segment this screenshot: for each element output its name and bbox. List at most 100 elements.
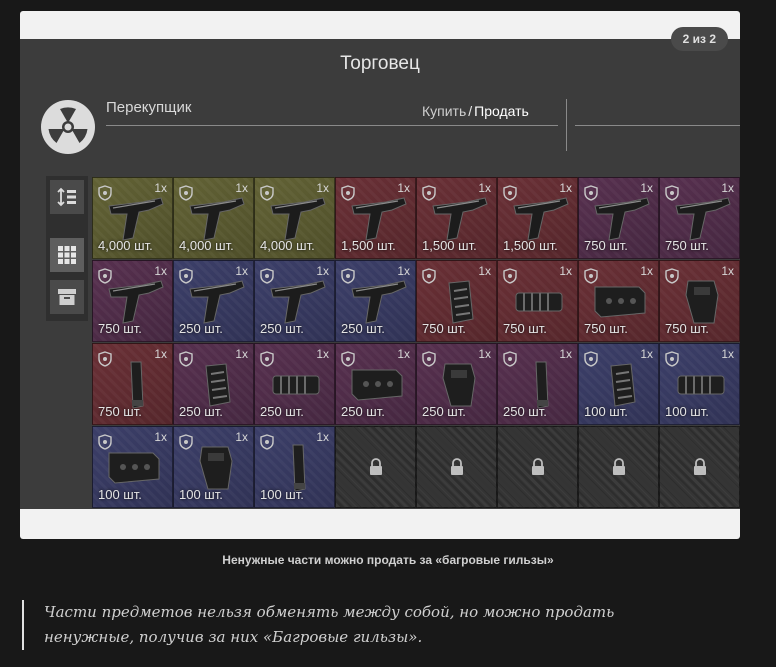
inventory-item[interactable]: 1x 1,500 шт. <box>497 177 578 259</box>
inventory-item[interactable]: 1x 1,500 шт. <box>335 177 416 259</box>
item-quantity: 1x <box>640 347 653 361</box>
inventory-item[interactable]: 1x 100 шт. <box>578 343 659 425</box>
shield-icon <box>584 351 598 367</box>
inventory-item[interactable]: 1x 750 шт. <box>578 260 659 342</box>
grid-view-button[interactable] <box>50 238 84 272</box>
inventory-item[interactable]: 1x 750 шт. <box>92 260 173 342</box>
item-quantity: 1x <box>478 347 491 361</box>
box-view-button[interactable] <box>50 280 84 314</box>
shield-icon <box>584 185 598 201</box>
inventory-item[interactable]: 1x 4,000 шт. <box>254 177 335 259</box>
inventory-item[interactable]: 1x 100 шт. <box>173 426 254 508</box>
inventory-item[interactable]: 1x 4,000 шт. <box>92 177 173 259</box>
item-quantity: 1x <box>397 181 410 195</box>
shield-icon <box>179 268 193 284</box>
buy-sell-toggle: Купить / Продать <box>422 103 529 119</box>
inventory-item[interactable]: 1x 250 шт. <box>173 260 254 342</box>
sort-button[interactable] <box>50 180 84 214</box>
inventory-item[interactable]: 1x 100 шт. <box>92 426 173 508</box>
shield-icon <box>260 351 274 367</box>
shield-icon <box>341 351 355 367</box>
shield-icon <box>260 185 274 201</box>
inventory-item[interactable]: 1x 750 шт. <box>92 343 173 425</box>
inventory-item[interactable]: 1x 4,000 шт. <box>173 177 254 259</box>
item-quantity: 1x <box>235 264 248 278</box>
inventory-item[interactable]: 1x 250 шт. <box>173 343 254 425</box>
item-price: 4,000 шт. <box>179 238 234 253</box>
radiation-icon <box>41 100 95 154</box>
shield-icon <box>179 185 193 201</box>
item-quantity: 1x <box>559 264 572 278</box>
item-quantity: 1x <box>721 264 734 278</box>
inventory-item[interactable]: 1x 100 шт. <box>254 426 335 508</box>
right-underline <box>575 125 740 126</box>
shield-icon <box>422 185 436 201</box>
item-price: 750 шт. <box>665 321 709 336</box>
lock-icon <box>532 458 544 475</box>
inventory-item[interactable]: 1x 250 шт. <box>335 343 416 425</box>
view-controls <box>46 176 88 321</box>
item-quantity: 1x <box>721 347 734 361</box>
trader-name: Перекупщик <box>106 99 192 116</box>
inventory-item[interactable]: 1x 750 шт. <box>497 260 578 342</box>
item-quantity: 1x <box>721 181 734 195</box>
item-price: 250 шт. <box>179 404 223 419</box>
inventory-item[interactable]: 1x 750 шт. <box>578 177 659 259</box>
item-price: 750 шт. <box>584 238 628 253</box>
inventory-item[interactable]: 1x 250 шт. <box>254 343 335 425</box>
shield-icon <box>98 268 112 284</box>
box-icon <box>58 289 76 305</box>
item-quantity: 1x <box>235 430 248 444</box>
item-quantity: 1x <box>235 347 248 361</box>
inventory-item[interactable]: 1x 750 шт. <box>659 177 740 259</box>
item-price: 4,000 шт. <box>260 238 315 253</box>
item-price: 250 шт. <box>260 321 304 336</box>
inventory-item[interactable]: 1x 100 шт. <box>659 343 740 425</box>
shield-icon <box>665 268 679 284</box>
locked-slot[interactable] <box>497 426 578 508</box>
shield-icon <box>665 351 679 367</box>
item-price: 750 шт. <box>665 238 709 253</box>
inventory-item[interactable]: 1x 750 шт. <box>659 260 740 342</box>
inventory-item[interactable]: 1x 250 шт. <box>497 343 578 425</box>
inventory-item[interactable]: 1x 250 шт. <box>416 343 497 425</box>
item-price: 250 шт. <box>341 404 385 419</box>
locked-slot[interactable] <box>659 426 740 508</box>
item-price: 250 шт. <box>179 321 223 336</box>
shield-icon <box>179 351 193 367</box>
inventory-item[interactable]: 1x 750 шт. <box>416 260 497 342</box>
item-price: 250 шт. <box>503 404 547 419</box>
item-quantity: 1x <box>316 347 329 361</box>
shield-icon <box>422 268 436 284</box>
item-price: 750 шт. <box>503 321 547 336</box>
locked-slot[interactable] <box>578 426 659 508</box>
buy-tab[interactable]: Купить <box>422 103 466 119</box>
locked-slot[interactable] <box>416 426 497 508</box>
item-price: 750 шт. <box>422 321 466 336</box>
shield-icon <box>503 268 517 284</box>
sell-tab[interactable]: Продать <box>474 103 529 119</box>
item-price: 250 шт. <box>260 404 304 419</box>
shield-icon <box>422 351 436 367</box>
shield-icon <box>260 268 274 284</box>
item-price: 100 шт. <box>260 487 304 502</box>
item-quantity: 1x <box>316 181 329 195</box>
item-quantity: 1x <box>397 347 410 361</box>
inventory-item[interactable]: 1x 250 шт. <box>335 260 416 342</box>
shield-icon <box>503 351 517 367</box>
shield-icon <box>179 434 193 450</box>
locked-slot[interactable] <box>335 426 416 508</box>
shield-icon <box>503 185 517 201</box>
name-underline <box>106 125 558 126</box>
inventory-item[interactable]: 1x 250 шт. <box>254 260 335 342</box>
inventory-item[interactable]: 1x 1,500 шт. <box>416 177 497 259</box>
item-quantity: 1x <box>154 264 167 278</box>
trader-screen: Торговец Перекупщик Купить / Продать 1x … <box>20 39 740 509</box>
item-price: 250 шт. <box>422 404 466 419</box>
item-price: 1,500 шт. <box>422 238 477 253</box>
item-quantity: 1x <box>559 347 572 361</box>
image-caption: Ненужные части можно продать за «багровы… <box>222 553 554 567</box>
item-price: 750 шт. <box>98 321 142 336</box>
item-quantity: 1x <box>235 181 248 195</box>
lock-icon <box>370 458 382 475</box>
